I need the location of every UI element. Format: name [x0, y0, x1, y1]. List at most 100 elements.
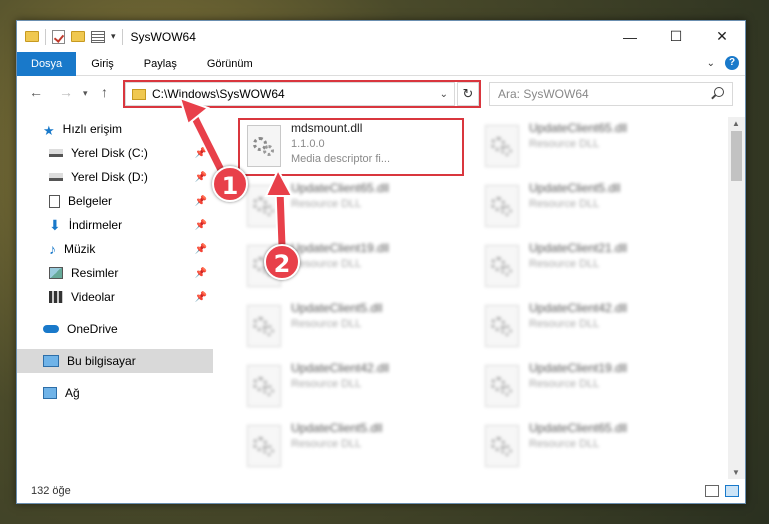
pin-icon[interactable]: 📌: [195, 244, 207, 255]
file-item[interactable]: UpdateClient5.dll Resource DLL: [239, 301, 464, 357]
back-icon[interactable]: ←: [29, 84, 43, 100]
file-type: Resource DLL: [529, 438, 600, 450]
up-icon[interactable]: ↑: [101, 84, 108, 100]
file-item[interactable]: UpdateClient21.dll Resource DLL: [477, 241, 702, 297]
new-folder-icon[interactable]: [71, 31, 85, 42]
ribbon-tabs: Dosya Giriş Paylaş Görünüm ⌄ ?: [17, 51, 745, 76]
sidebar-item-documents[interactable]: Belgeler 📌: [17, 189, 213, 213]
file-name: UpdateClient65.dll: [291, 181, 390, 195]
pictures-icon: [49, 267, 63, 279]
sidebar-item-local-disk-c[interactable]: Yerel Disk (C:) 📌: [17, 141, 213, 165]
file-item[interactable]: UpdateClient65.dll Resource DLL: [239, 181, 464, 237]
sidebar-item-label: Yerel Disk (D:): [71, 170, 148, 184]
sidebar-item-quick-access[interactable]: ★ Hızlı erişim: [17, 117, 213, 141]
properties-check-icon[interactable]: [52, 29, 65, 44]
dll-file-icon: [485, 365, 519, 407]
file-type: Resource DLL: [291, 378, 362, 390]
tab-view[interactable]: Görünüm: [192, 52, 268, 76]
large-icons-view-icon[interactable]: [725, 485, 739, 497]
scroll-down-icon[interactable]: ▼: [732, 468, 740, 477]
step-2-badge: 2: [264, 244, 300, 280]
file-name: UpdateClient42.dll: [529, 301, 628, 315]
customize-icon[interactable]: [91, 30, 105, 43]
title-bar: ▾ SysWOW64 — ☐ ✕: [17, 21, 745, 52]
search-placeholder: Ara: SysWOW64: [498, 87, 589, 101]
cloud-icon: [43, 325, 59, 333]
recent-locations-icon[interactable]: ▾: [83, 88, 88, 99]
file-item[interactable]: UpdateClient65.dll Resource DLL: [477, 121, 702, 177]
pin-icon[interactable]: 📌: [195, 220, 207, 231]
maximize-icon[interactable]: ☐: [653, 21, 699, 52]
file-item[interactable]: UpdateClient65.dll Resource DLL: [477, 421, 702, 477]
minimize-icon[interactable]: —: [607, 21, 653, 52]
pin-icon[interactable]: 📌: [195, 196, 207, 207]
dll-file-icon: [485, 425, 519, 467]
file-type: Resource DLL: [529, 318, 600, 330]
tab-file[interactable]: Dosya: [17, 51, 77, 76]
file-item[interactable]: UpdateClient5.dll Resource DLL: [239, 421, 464, 477]
help-icon[interactable]: ?: [725, 56, 739, 70]
dll-file-icon: [247, 365, 281, 407]
sidebar-item-onedrive[interactable]: OneDrive: [17, 317, 213, 341]
dll-file-icon: [247, 425, 281, 467]
search-icon: [714, 87, 724, 97]
dll-file-icon: [485, 245, 519, 287]
sidebar-item-downloads[interactable]: ⬇ İndirmeler 📌: [17, 213, 213, 237]
tab-share[interactable]: Paylaş: [129, 52, 192, 76]
view-buttons: [705, 485, 739, 497]
file-highlight: [238, 118, 464, 176]
music-icon: ♪: [49, 241, 56, 257]
tab-home[interactable]: Giriş: [76, 52, 129, 76]
status-bar: 132 öğe: [17, 479, 745, 503]
window-controls: — ☐ ✕: [607, 21, 745, 52]
separator: [45, 28, 46, 45]
computer-icon: [43, 355, 59, 367]
sidebar-item-videos[interactable]: Videolar 📌: [17, 285, 213, 309]
sidebar-item-label: Hızlı erişim: [62, 122, 122, 136]
navigation-pane: ★ Hızlı erişim Yerel Disk (C:) 📌 Yerel D…: [17, 117, 213, 467]
file-type: Resource DLL: [529, 138, 600, 150]
pin-icon[interactable]: 📌: [195, 172, 207, 183]
file-item[interactable]: UpdateClient42.dll Resource DLL: [477, 301, 702, 357]
file-name: UpdateClient19.dll: [291, 241, 390, 255]
folder-icon: [25, 31, 39, 42]
close-icon[interactable]: ✕: [699, 21, 745, 52]
pin-icon[interactable]: 📌: [195, 292, 207, 303]
window-title: SysWOW64: [130, 29, 196, 44]
item-count: 132 öğe: [31, 485, 71, 497]
file-item[interactable]: UpdateClient42.dll Resource DLL: [239, 361, 464, 417]
sidebar-item-label: Belgeler: [68, 194, 113, 208]
file-type: Resource DLL: [291, 258, 362, 270]
pin-icon[interactable]: 📌: [195, 268, 207, 279]
file-name: UpdateClient5.dll: [291, 301, 383, 315]
sidebar-item-this-pc[interactable]: Bu bilgisayar: [17, 349, 213, 373]
file-item[interactable]: UpdateClient5.dll Resource DLL: [477, 181, 702, 237]
network-icon: [43, 387, 57, 399]
sidebar-item-pictures[interactable]: Resimler 📌: [17, 261, 213, 285]
file-type: Resource DLL: [529, 198, 600, 210]
file-name: UpdateClient21.dll: [529, 241, 628, 255]
pin-icon[interactable]: 📌: [195, 148, 207, 159]
search-input[interactable]: Ara: SysWOW64: [489, 82, 733, 106]
sidebar-item-local-disk-d[interactable]: Yerel Disk (D:) 📌: [17, 165, 213, 189]
scroll-thumb[interactable]: [731, 131, 742, 181]
dll-file-icon: [485, 305, 519, 347]
file-name: UpdateClient65.dll: [529, 421, 628, 435]
chevron-down-icon[interactable]: ▾: [111, 31, 116, 42]
file-name: UpdateClient5.dll: [529, 181, 621, 195]
sidebar-item-label: Müzik: [64, 242, 96, 256]
file-type: Resource DLL: [529, 258, 600, 270]
expand-ribbon-icon[interactable]: ⌄: [707, 58, 715, 69]
sidebar-item-label: Resimler: [71, 266, 119, 280]
details-view-icon[interactable]: [705, 485, 719, 497]
file-type: Resource DLL: [291, 198, 362, 210]
dll-file-icon: [485, 185, 519, 227]
sidebar-item-music[interactable]: ♪ Müzik 📌: [17, 237, 213, 261]
separator: [121, 28, 123, 45]
step-1-badge: 1: [212, 166, 248, 202]
scroll-up-icon[interactable]: ▲: [732, 119, 740, 128]
sidebar-item-network[interactable]: Ağ: [17, 381, 213, 405]
file-item[interactable]: UpdateClient19.dll Resource DLL: [477, 361, 702, 417]
vertical-scrollbar[interactable]: ▲ ▼: [728, 117, 745, 479]
forward-icon[interactable]: →: [59, 84, 73, 100]
